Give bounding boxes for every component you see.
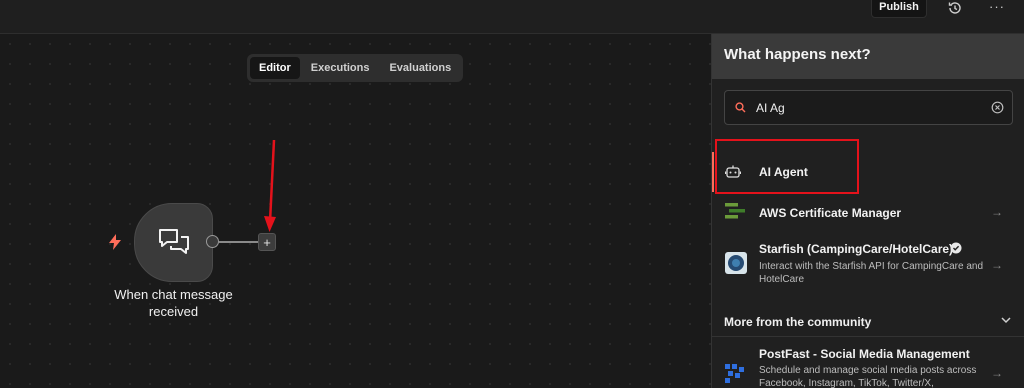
result-title: AWS Certificate Manager	[759, 206, 902, 220]
result-description: Interact with the Starfish API for Campi…	[759, 261, 983, 285]
publish-button[interactable]: Publish	[871, 0, 927, 18]
community-section-title: More from the community	[724, 315, 872, 329]
tab-executions[interactable]: Executions	[302, 57, 379, 79]
search-value: AI Ag	[756, 100, 785, 115]
history-icon[interactable]	[947, 0, 963, 16]
panel-title: What happens next?	[712, 34, 1024, 79]
verified-badge-icon	[950, 242, 962, 254]
connection-line	[219, 241, 258, 243]
arrow-right-icon: →	[991, 366, 1003, 380]
more-options-icon[interactable]: ···	[989, 0, 1005, 14]
arrow-right-icon: →	[991, 205, 1003, 219]
list-item-aws-certificate-manager[interactable]: AWS Certificate Manager →	[712, 196, 1024, 228]
postfast-icon	[725, 364, 744, 383]
annotation-highlight-box	[715, 139, 859, 194]
clear-icon[interactable]	[991, 101, 1004, 114]
starfish-icon	[725, 252, 747, 274]
node-creator-panel: What happens next? AI Ag AI Agent AWS Ce…	[711, 34, 1024, 388]
tab-editor[interactable]: Editor	[250, 57, 300, 79]
list-item-postfast[interactable]: PostFast - Social Media Management Sched…	[712, 338, 1024, 388]
annotation-arrow	[264, 139, 276, 232]
node-output-handle[interactable]	[206, 235, 219, 248]
arrow-right-icon: →	[991, 258, 1003, 272]
result-title: PostFast - Social Media Management	[759, 347, 970, 361]
chevron-down-icon[interactable]	[1000, 314, 1012, 326]
search-icon	[735, 102, 746, 113]
trigger-node-label: When chat message received	[114, 287, 233, 319]
aws-certificate-manager-icon	[725, 203, 745, 219]
editor-tabs: Editor Executions Evaluations	[247, 54, 464, 82]
result-title: Starfish (CampingCare/HotelCare)	[759, 242, 954, 256]
result-description: Schedule and manage social media posts a…	[759, 365, 977, 388]
chat-bubbles-icon	[158, 228, 189, 254]
tab-evaluations[interactable]: Evaluations	[380, 57, 460, 79]
top-bar: Publish ···	[0, 0, 1024, 34]
lightning-bolt-icon	[109, 234, 121, 250]
search-input[interactable]: AI Ag	[724, 90, 1013, 125]
workflow-canvas[interactable]: Editor Executions Evaluations	[0, 34, 711, 388]
list-item-starfish[interactable]: Starfish (CampingCare/HotelCare) Interac…	[712, 234, 1024, 294]
trigger-node-chat[interactable]	[134, 203, 213, 282]
divider	[712, 336, 1024, 337]
